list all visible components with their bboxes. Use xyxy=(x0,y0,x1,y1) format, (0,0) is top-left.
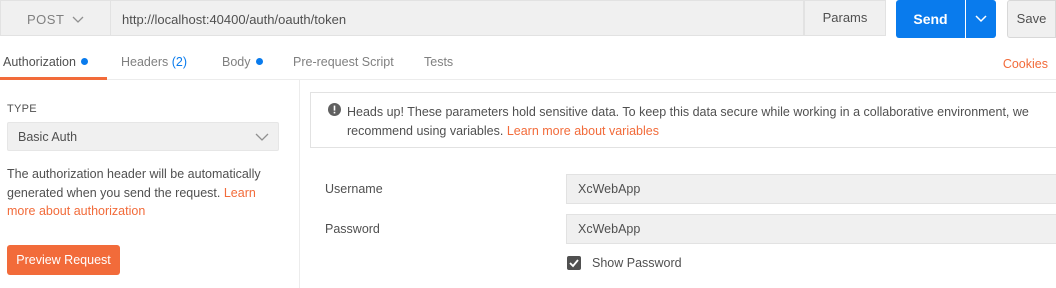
request-bar: POST http://localhost:40400/auth/oauth/t… xyxy=(0,0,1056,38)
tab-body[interactable]: Body xyxy=(222,55,263,69)
auth-description-text: The authorization header will be automat… xyxy=(7,167,261,200)
info-icon xyxy=(328,103,341,116)
auth-type-select[interactable]: Basic Auth xyxy=(7,122,279,151)
header-count-badge: (2) xyxy=(171,55,188,69)
modified-dot-icon xyxy=(255,58,263,66)
auth-type-value: Basic Auth xyxy=(18,130,78,144)
chevron-down-icon xyxy=(72,16,84,23)
send-options-button[interactable] xyxy=(966,0,996,38)
learn-more-variables-link[interactable]: Learn more about variables xyxy=(507,124,659,138)
tab-authorization[interactable]: Authorization xyxy=(3,55,88,69)
tab-label: Pre-request Script xyxy=(293,55,394,69)
username-input[interactable]: XcWebApp xyxy=(566,174,1056,204)
warning-text: Heads up! These parameters hold sensitiv… xyxy=(347,105,1029,138)
password-label: Password xyxy=(325,222,380,236)
username-value: XcWebApp xyxy=(578,182,641,196)
params-button[interactable]: Params xyxy=(804,0,886,36)
preview-request-button[interactable]: Preview Request xyxy=(7,245,120,275)
auth-type-panel: TYPE Basic Auth The authorization header… xyxy=(0,80,300,288)
show-password-checkbox[interactable] xyxy=(567,256,581,270)
tab-headers[interactable]: Headers (2) xyxy=(121,55,187,69)
tab-tests[interactable]: Tests xyxy=(424,55,453,69)
password-value: XcWebApp xyxy=(578,222,641,236)
password-input[interactable]: XcWebApp xyxy=(566,214,1056,244)
url-input[interactable]: http://localhost:40400/auth/oauth/token xyxy=(111,0,804,36)
type-label: TYPE xyxy=(7,103,37,115)
tab-label: Headers xyxy=(121,55,169,69)
method-select[interactable]: POST xyxy=(0,0,111,36)
tab-label: Tests xyxy=(424,55,454,69)
username-label: Username xyxy=(325,182,383,196)
save-button[interactable]: Save xyxy=(1007,0,1056,38)
tab-label: Authorization xyxy=(3,55,76,69)
tab-pre-request-script[interactable]: Pre-request Script xyxy=(293,55,394,69)
tab-label: Body xyxy=(222,55,251,69)
auth-description: The authorization header will be automat… xyxy=(7,165,282,221)
checkmark-icon xyxy=(569,259,579,268)
request-tabs: Authorization Headers (2) Body Pre-reque… xyxy=(0,44,1056,80)
chevron-down-icon xyxy=(975,15,987,23)
chevron-down-icon xyxy=(255,133,269,141)
method-label: POST xyxy=(27,12,65,27)
cookies-link[interactable]: Cookies xyxy=(1003,57,1048,71)
sensitive-data-warning: Heads up! These parameters hold sensitiv… xyxy=(310,92,1056,148)
modified-dot-icon xyxy=(80,58,88,66)
url-text: http://localhost:40400/auth/oauth/token xyxy=(122,12,347,27)
warning-message: Heads up! These parameters hold sensitiv… xyxy=(347,103,1047,141)
show-password-label[interactable]: Show Password xyxy=(592,256,682,270)
send-button[interactable]: Send xyxy=(896,0,965,38)
